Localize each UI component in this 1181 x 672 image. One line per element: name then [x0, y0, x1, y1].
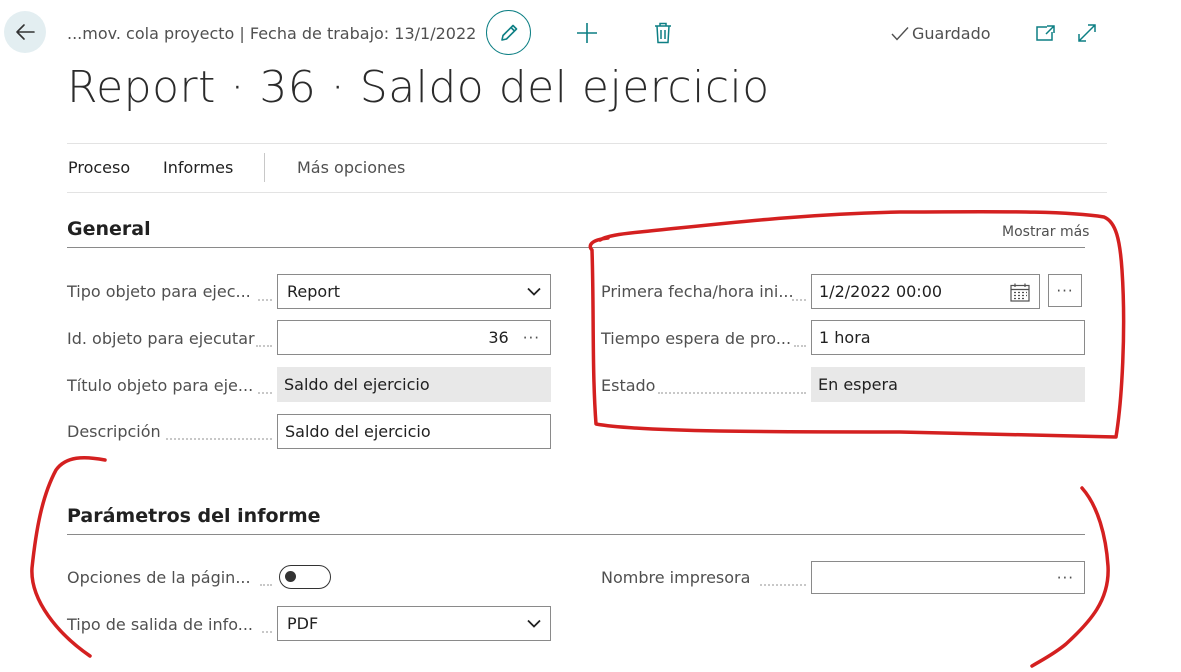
field-label-page-options: Opciones de la págin... [67, 568, 251, 587]
action-bar-divider-bottom [67, 192, 1107, 193]
status-field: En espera [811, 367, 1085, 402]
object-id-lookup-button[interactable]: ··· [523, 329, 540, 347]
field-label-status: Estado [601, 376, 656, 395]
object-type-value: Report [287, 282, 341, 301]
show-more-link[interactable]: Mostrar más [1002, 224, 1089, 240]
wait-time-value: 1 hora [819, 328, 871, 347]
dotted-leader [256, 345, 272, 347]
breadcrumb: ...mov. cola proyecto | Fecha de trabajo… [67, 24, 477, 43]
page-title: Report · 36 · Saldo del ejercicio [67, 62, 770, 113]
calendar-icon[interactable] [1010, 283, 1030, 302]
dotted-leader [260, 584, 272, 586]
action-bar-divider-top [67, 143, 1107, 144]
saved-label: Guardado [912, 24, 991, 43]
printer-name-field[interactable]: ··· [811, 561, 1085, 594]
object-title-field: Saldo del ejercicio [277, 367, 551, 402]
object-type-select[interactable]: Report [277, 274, 551, 309]
status-value: En espera [818, 375, 898, 394]
field-label-object-id: Id. objeto para ejecutar [67, 329, 255, 348]
field-label-output-type: Tipo de salida de info... [67, 615, 253, 634]
section-title-general[interactable]: General [67, 218, 151, 240]
output-type-select[interactable]: PDF [277, 606, 551, 641]
popout-icon [1036, 25, 1055, 41]
field-label-printer-name: Nombre impresora [601, 568, 751, 587]
delete-button[interactable] [652, 21, 674, 45]
first-start-value: 1/2/2022 00:00 [819, 282, 943, 301]
first-start-datetime-field[interactable]: 1/2/2022 00:00 [811, 274, 1040, 309]
section-divider-report-params [67, 534, 1085, 535]
dotted-leader [760, 584, 806, 586]
trash-icon [655, 22, 671, 44]
field-label-description: Descripción [67, 422, 161, 441]
chevron-down-icon [527, 619, 541, 628]
dotted-leader [792, 299, 806, 301]
new-button[interactable] [574, 20, 600, 46]
back-arrow-icon [16, 24, 35, 40]
printer-lookup-button[interactable]: ··· [1057, 569, 1074, 587]
page-options-toggle[interactable] [279, 565, 331, 589]
field-label-object-type: Tipo objeto para ejec... [67, 282, 251, 301]
field-label-wait-time: Tiempo espera de pro... [601, 329, 792, 348]
description-field[interactable]: Saldo del ejercicio [277, 414, 551, 449]
action-informes[interactable]: Informes [163, 158, 233, 177]
dotted-leader [258, 299, 272, 301]
checkmark-icon [891, 26, 909, 41]
field-label-first-start: Primera fecha/hora ini... [601, 282, 794, 301]
first-start-more-button[interactable]: ··· [1048, 274, 1082, 307]
dotted-leader [794, 345, 806, 347]
first-start-ellipsis: ··· [1056, 281, 1074, 300]
section-title-report-params[interactable]: Parámetros del informe [67, 505, 321, 527]
output-type-value: PDF [287, 614, 319, 633]
plus-icon [577, 23, 597, 43]
field-label-object-title: Título objeto para eje... [67, 376, 254, 395]
saved-status: Guardado [891, 24, 991, 43]
edit-button[interactable] [486, 10, 531, 55]
pencil-icon [500, 24, 517, 41]
action-more-options[interactable]: Más opciones [297, 158, 405, 177]
chevron-down-icon [527, 287, 541, 296]
action-proceso[interactable]: Proceso [68, 158, 130, 177]
expand-icon [1078, 24, 1096, 42]
object-id-value: 36 [488, 328, 509, 347]
popout-button[interactable] [1035, 24, 1057, 42]
dotted-leader [166, 438, 272, 440]
back-button[interactable] [4, 11, 46, 53]
section-divider-general [67, 247, 1085, 248]
object-title-value: Saldo del ejercicio [284, 375, 430, 394]
dotted-leader [258, 392, 272, 394]
wait-time-field[interactable]: 1 hora [811, 320, 1085, 355]
expand-button[interactable] [1076, 22, 1098, 44]
action-separator [264, 153, 265, 182]
description-value: Saldo del ejercicio [285, 422, 431, 441]
toggle-knob [285, 571, 296, 582]
dotted-leader [262, 631, 272, 633]
dotted-leader [658, 392, 806, 394]
object-id-field[interactable]: 36 ··· [277, 320, 551, 355]
